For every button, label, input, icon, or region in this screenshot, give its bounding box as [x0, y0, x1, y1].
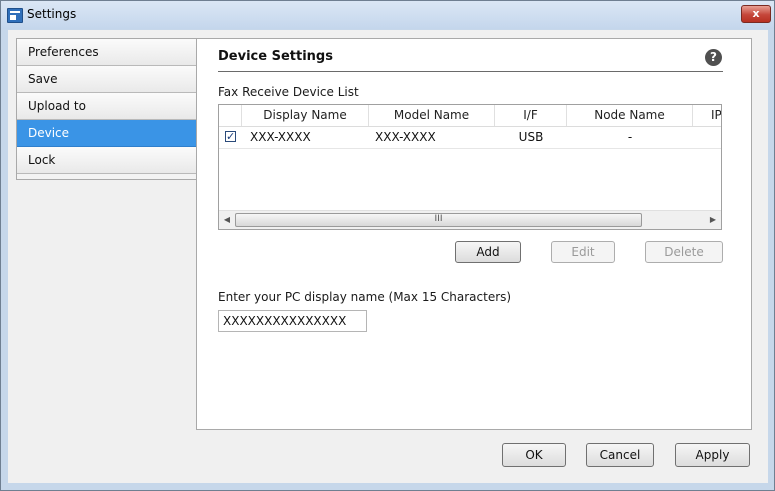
column-header-model-name[interactable]: Model Name	[369, 105, 495, 126]
cell-node-name: -	[627, 130, 633, 144]
sidebar-item-preferences[interactable]: Preferences	[17, 39, 197, 66]
horizontal-scrollbar[interactable]: ◀ III ▶	[219, 210, 721, 229]
client-area: Preferences Save Upload to Device Lock D…	[8, 30, 768, 483]
sidebar-item-save[interactable]: Save	[17, 66, 197, 93]
ok-button[interactable]: OK	[502, 443, 566, 467]
scrollbar-thumb[interactable]: III	[235, 213, 642, 227]
apply-button[interactable]: Apply	[675, 443, 750, 467]
cell-display-name: XXX-XXXX	[250, 130, 311, 144]
title-divider	[218, 71, 723, 72]
sidebar-item-lock[interactable]: Lock	[17, 147, 197, 174]
scroll-right-arrow-icon[interactable]: ▶	[706, 213, 720, 226]
title-bar[interactable]: Settings x	[1, 1, 774, 29]
window-title: Settings	[27, 7, 77, 21]
help-icon[interactable]: ?	[705, 49, 722, 66]
sidebar-item-upload-to[interactable]: Upload to	[17, 93, 197, 120]
add-button[interactable]: Add	[455, 241, 521, 263]
pc-name-input[interactable]	[218, 310, 367, 332]
column-header-check[interactable]	[219, 105, 242, 126]
device-settings-panel: Device Settings ? Fax Receive Device Lis…	[196, 38, 752, 430]
sidebar-item-device[interactable]: Device	[17, 120, 197, 147]
column-header-ip[interactable]: IP	[693, 105, 721, 126]
cell-model-name: XXX-XXXX	[375, 130, 436, 144]
page-title: Device Settings	[218, 49, 333, 64]
settings-window: Settings x Preferences Save Upload to De…	[0, 0, 775, 491]
table-row[interactable]: ✓ XXX-XXXX XXX-XXXX USB -	[219, 126, 721, 149]
sidebar-nav: Preferences Save Upload to Device Lock	[16, 38, 198, 180]
pc-name-label: Enter your PC display name (Max 15 Chara…	[218, 290, 512, 304]
cell-interface: USB	[518, 130, 544, 144]
cancel-button[interactable]: Cancel	[586, 443, 654, 467]
row-checkbox[interactable]: ✓	[225, 131, 236, 142]
fax-device-list[interactable]: Display Name Model Name I/F Node Name IP…	[218, 104, 722, 230]
device-list-label: Fax Receive Device List	[218, 85, 359, 99]
edit-button[interactable]: Edit	[551, 241, 615, 263]
app-icon	[7, 8, 23, 23]
list-header: Display Name Model Name I/F Node Name IP	[219, 105, 721, 127]
scroll-left-arrow-icon[interactable]: ◀	[220, 213, 234, 226]
column-header-interface[interactable]: I/F	[495, 105, 567, 126]
column-header-display-name[interactable]: Display Name	[242, 105, 369, 126]
close-button[interactable]: x	[741, 5, 771, 23]
column-header-node-name[interactable]: Node Name	[567, 105, 693, 126]
delete-button[interactable]: Delete	[645, 241, 723, 263]
